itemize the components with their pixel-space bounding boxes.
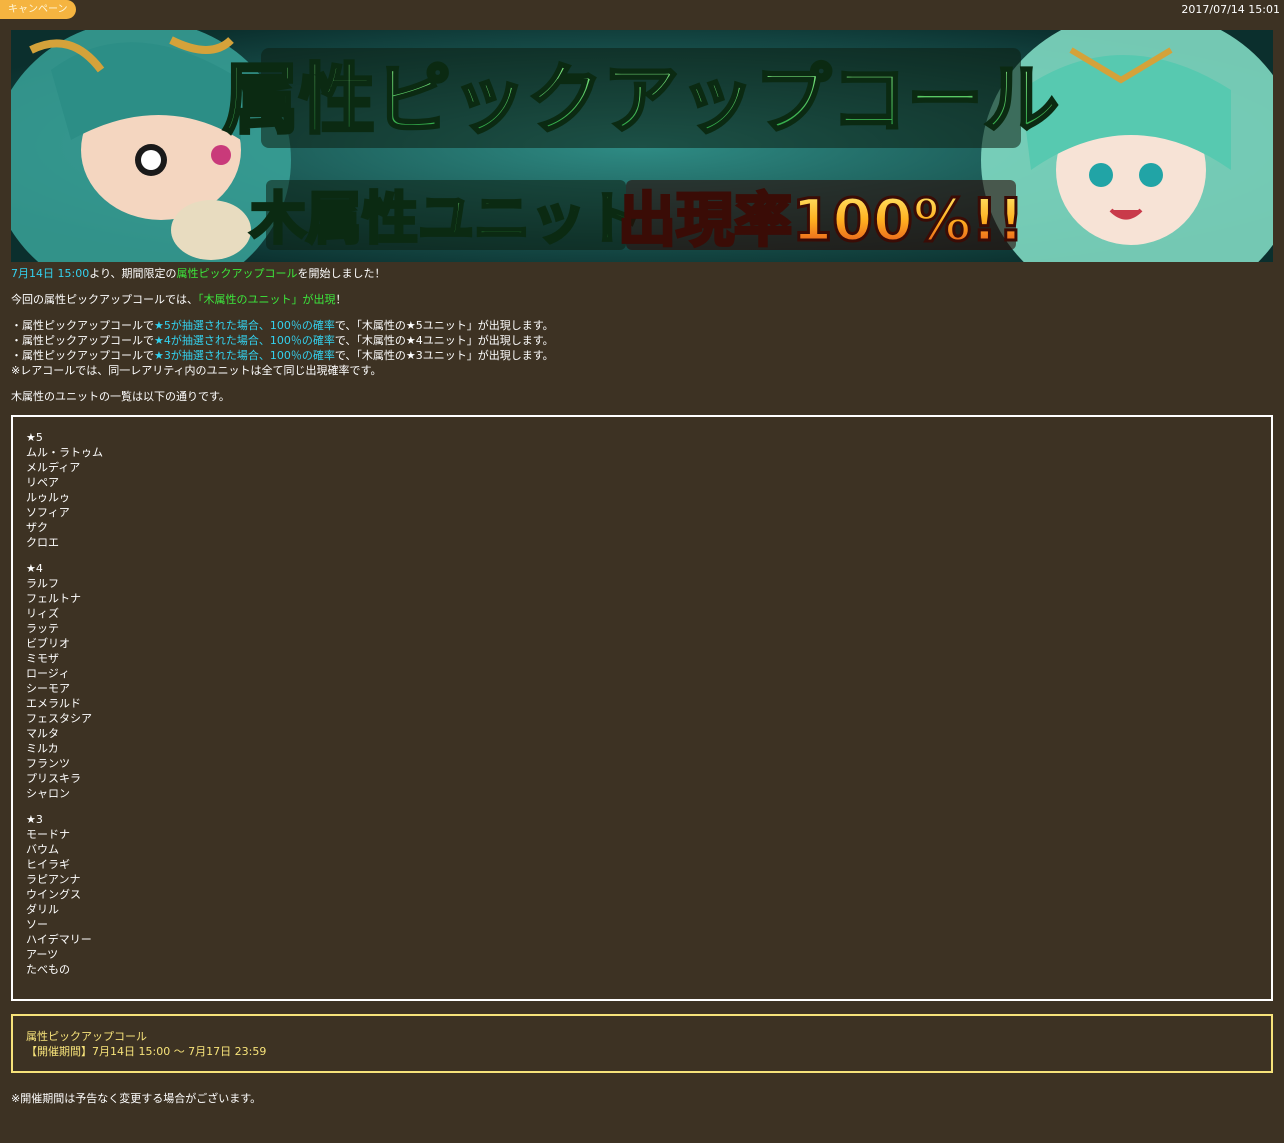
intro-text-1: より、期間限定の <box>89 267 177 280</box>
unit-item: ソー <box>26 918 48 931</box>
unit-item: ロージィ <box>26 667 70 680</box>
disclaimer-note: ※開催期間は予告なく変更する場合がございます。 <box>11 1092 262 1105</box>
unit-item: シーモア <box>26 682 70 695</box>
tier-label: ★4 <box>26 562 43 575</box>
tier-4-group: ★4 ラルフ フェルトナ リィズ ラッテ ビブリオ ミモザ ロージィ シーモア … <box>26 561 1258 801</box>
unit-item: エメラルド <box>26 697 81 710</box>
unit-item: たべもの <box>26 963 70 976</box>
unit-item: ラピアンナ <box>26 873 81 886</box>
event-period: 【開催期間】7月14日 15:00 ～ 7月17日 23:59 <box>26 1045 267 1058</box>
rate-suffix: で、「木属性の★3ユニット」が出現します。 <box>334 349 554 362</box>
rate-line-4: ・属性ピックアップコールで★4が抽選された場合、100％の確率で、「木属性の★4… <box>11 333 1273 348</box>
unit-item: ザク <box>26 521 48 534</box>
rate-list: ・属性ピックアップコールで★5が抽選された場合、100％の確率で、「木属性の★5… <box>11 318 1273 378</box>
tier-3-group: ★3 モードナ バウム ヒイラギ ラピアンナ ウイングス ダリル ソー ハイデマ… <box>26 812 1258 977</box>
unit-item: ラルフ <box>26 577 59 590</box>
unit-item: プリスキラ <box>26 772 81 785</box>
banner-subtitle-left: 木属性ユニット <box>250 187 642 252</box>
unit-item: ソフィア <box>26 506 70 519</box>
summary-line: 今回の属性ピックアップコールでは、「木属性のユニット」が出現！ <box>11 292 1273 307</box>
unit-item: ビブリオ <box>26 637 70 650</box>
unit-item: ウイングス <box>26 888 81 901</box>
post-date: 2017/07/14 15:01 <box>1181 3 1280 16</box>
rate-highlight: ★5が抽選された場合、100％の確率 <box>154 319 335 332</box>
intro-text-2: を開始しました！ <box>297 267 386 280</box>
tier-label: ★5 <box>26 431 43 444</box>
unit-item: フェルトナ <box>26 592 81 605</box>
pickup-call-link[interactable]: 属性ピックアップコール <box>177 267 298 280</box>
unit-item: フランツ <box>26 757 70 770</box>
unit-item: ミルカ <box>26 742 59 755</box>
summary-text-2: ！ <box>335 293 347 306</box>
event-name: 属性ピックアップコール <box>26 1030 147 1043</box>
unit-item: マルタ <box>26 727 59 740</box>
unit-item: フェスタシア <box>26 712 92 725</box>
unit-item: ハイデマリー <box>26 933 92 946</box>
summary-highlight: 「木属性のユニット」が出現 <box>198 293 336 306</box>
rate-highlight: ★3が抽選された場合、100％の確率 <box>154 349 335 362</box>
unit-item: メルディア <box>26 461 81 474</box>
rate-prefix: ・属性ピックアップコールで <box>11 334 154 347</box>
rate-prefix: ・属性ピックアップコールで <box>11 349 154 362</box>
unit-item: モードナ <box>26 828 70 841</box>
banner-subtitle-right: 出現率100%!! <box>618 186 1024 254</box>
banner-art: 属性ピックアップコール 木属性ユニット 出現率100%!! <box>11 30 1273 262</box>
banner-title: 属性ピックアップコール <box>223 55 1059 144</box>
unit-item: ヒイラギ <box>26 858 70 871</box>
unit-item: ルゥルゥ <box>26 491 70 504</box>
rate-suffix: で、「木属性の★5ユニット」が出現します。 <box>334 319 554 332</box>
rate-line-5: ・属性ピックアップコールで★5が抽選された場合、100％の確率で、「木属性の★5… <box>11 318 1273 333</box>
campaign-badge[interactable]: キャンペーン <box>0 0 76 19</box>
unit-list-box: ★5 ムル・ラトゥム メルディア リペア ルゥルゥ ソフィア ザク クロエ ★4… <box>11 415 1273 1001</box>
event-period-box: 属性ピックアップコール 【開催期間】7月14日 15:00 ～ 7月17日 23… <box>11 1014 1273 1073</box>
rate-line-3: ・属性ピックアップコールで★3が抽選された場合、100％の確率で、「木属性の★3… <box>11 348 1273 363</box>
start-date-link[interactable]: 7月14日 15:00 <box>11 267 89 280</box>
article-body: 7月14日 15:00より、期間限定の属性ピックアップコールを開始しました！ 今… <box>11 266 1273 1106</box>
unit-item: アーツ <box>26 948 59 961</box>
rate-highlight: ★4が抽選された場合、100％の確率 <box>154 334 335 347</box>
unit-item: バウム <box>26 843 59 856</box>
unit-item: ダリル <box>26 903 59 916</box>
unit-item: シャロン <box>26 787 70 800</box>
unit-item: ラッテ <box>26 622 59 635</box>
rare-call-note: ※レアコールでは、同一レアリティ内のユニットは全て同じ出現確率です。 <box>11 364 382 377</box>
unit-item: クロエ <box>26 536 59 549</box>
tier-5-group: ★5 ムル・ラトゥム メルディア リペア ルゥルゥ ソフィア ザク クロエ <box>26 430 1258 550</box>
tier-label: ★3 <box>26 813 43 826</box>
rate-prefix: ・属性ピックアップコールで <box>11 319 154 332</box>
intro-line: 7月14日 15:00より、期間限定の属性ピックアップコールを開始しました！ <box>11 266 1273 281</box>
unit-list-intro: 木属性のユニットの一覧は以下の通りです。 <box>11 390 230 403</box>
unit-item: ミモザ <box>26 652 59 665</box>
unit-item: ムル・ラトゥム <box>26 446 103 459</box>
summary-text-1: 今回の属性ピックアップコールでは、 <box>11 293 198 306</box>
rate-suffix: で、「木属性の★4ユニット」が出現します。 <box>334 334 554 347</box>
campaign-banner: 属性ピックアップコール 木属性ユニット 出現率100%!! <box>11 30 1273 262</box>
unit-item: リィズ <box>26 607 59 620</box>
unit-item: リペア <box>26 476 59 489</box>
